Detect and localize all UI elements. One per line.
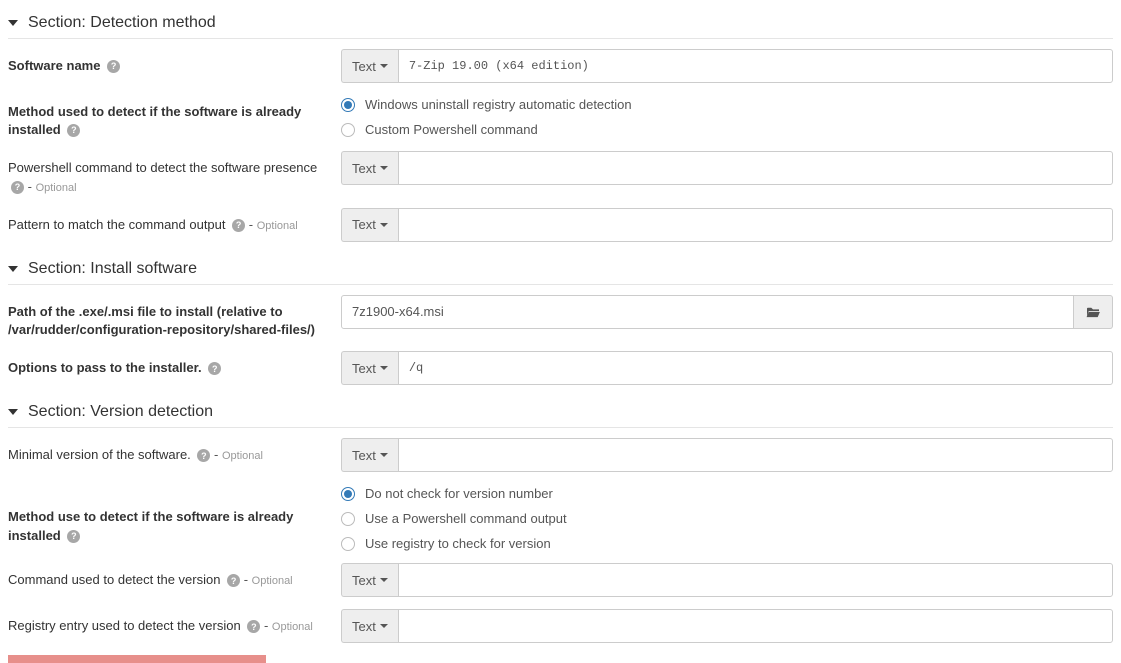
optional-label: Optional	[257, 220, 298, 232]
help-icon[interactable]: ?	[107, 60, 120, 73]
chevron-down-icon	[380, 453, 388, 457]
help-icon[interactable]: ?	[208, 362, 221, 375]
software-name-label: Software name	[8, 58, 100, 73]
chevron-down-icon	[380, 166, 388, 170]
radio-custom-powershell[interactable]: Custom Powershell command	[341, 122, 632, 137]
chevron-down-icon	[380, 578, 388, 582]
text-dropdown-button[interactable]: Text	[341, 151, 398, 185]
options-input[interactable]	[398, 351, 1113, 385]
text-dropdown-button[interactable]: Text	[341, 438, 398, 472]
help-icon[interactable]: ?	[197, 449, 210, 462]
section-header-install[interactable]: Section: Install software	[8, 254, 1113, 285]
radio-checked-icon	[341, 98, 355, 112]
options-label: Options to pass to the installer.	[8, 360, 202, 375]
radio-checked-icon	[341, 487, 355, 501]
radio-registry-detection[interactable]: Windows uninstall registry automatic det…	[341, 97, 632, 112]
radio-ps-version[interactable]: Use a Powershell command output	[341, 511, 567, 526]
registry-entry-input[interactable]	[398, 609, 1113, 643]
path-input[interactable]	[341, 295, 1074, 329]
browse-button[interactable]	[1074, 295, 1113, 329]
chevron-down-icon	[380, 366, 388, 370]
minimal-version-label: Minimal version of the software.	[8, 447, 191, 462]
version-command-label: Command used to detect the version	[8, 572, 220, 587]
action-button-partial[interactable]	[8, 655, 266, 663]
optional-label: Optional	[222, 450, 263, 462]
chevron-down-icon	[380, 624, 388, 628]
pattern-label: Pattern to match the command output	[8, 217, 226, 232]
help-icon[interactable]: ?	[67, 124, 80, 137]
help-icon[interactable]: ?	[67, 530, 80, 543]
registry-entry-label: Registry entry used to detect the versio…	[8, 618, 241, 633]
chevron-down-icon	[8, 409, 18, 415]
radio-no-version-check[interactable]: Do not check for version number	[341, 486, 567, 501]
folder-open-icon	[1086, 306, 1100, 318]
minimal-version-input[interactable]	[398, 438, 1113, 472]
help-icon[interactable]: ?	[247, 620, 260, 633]
software-name-input[interactable]	[398, 49, 1113, 83]
radio-unchecked-icon	[341, 512, 355, 526]
section-header-detection[interactable]: Section: Detection method	[8, 8, 1113, 39]
text-dropdown-button[interactable]: Text	[341, 351, 398, 385]
section-title: Section: Detection method	[28, 14, 216, 32]
radio-unchecked-icon	[341, 537, 355, 551]
chevron-down-icon	[8, 20, 18, 26]
text-dropdown-button[interactable]: Text	[341, 609, 398, 643]
text-dropdown-button[interactable]: Text	[341, 49, 398, 83]
version-command-input[interactable]	[398, 563, 1113, 597]
pattern-input[interactable]	[398, 208, 1113, 242]
optional-label: Optional	[272, 621, 313, 633]
ps-command-label: Powershell command to detect the softwar…	[8, 160, 317, 175]
path-label: Path of the .exe/.msi file to install (r…	[8, 304, 315, 337]
chevron-down-icon	[8, 266, 18, 272]
section-header-version[interactable]: Section: Version detection	[8, 397, 1113, 428]
text-dropdown-button[interactable]: Text	[341, 563, 398, 597]
help-icon[interactable]: ?	[232, 219, 245, 232]
section-title: Section: Version detection	[28, 403, 213, 421]
help-icon[interactable]: ?	[11, 181, 24, 194]
section-title: Section: Install software	[28, 260, 197, 278]
detect-method-label: Method used to detect if the software is…	[8, 104, 301, 137]
radio-unchecked-icon	[341, 123, 355, 137]
optional-label: Optional	[252, 575, 293, 587]
radio-registry-version[interactable]: Use registry to check for version	[341, 536, 567, 551]
chevron-down-icon	[380, 223, 388, 227]
help-icon[interactable]: ?	[227, 574, 240, 587]
chevron-down-icon	[380, 64, 388, 68]
ps-command-input[interactable]	[398, 151, 1113, 185]
optional-label: Optional	[36, 182, 77, 194]
text-dropdown-button[interactable]: Text	[341, 208, 398, 242]
version-method-label: Method use to detect if the software is …	[8, 509, 293, 542]
